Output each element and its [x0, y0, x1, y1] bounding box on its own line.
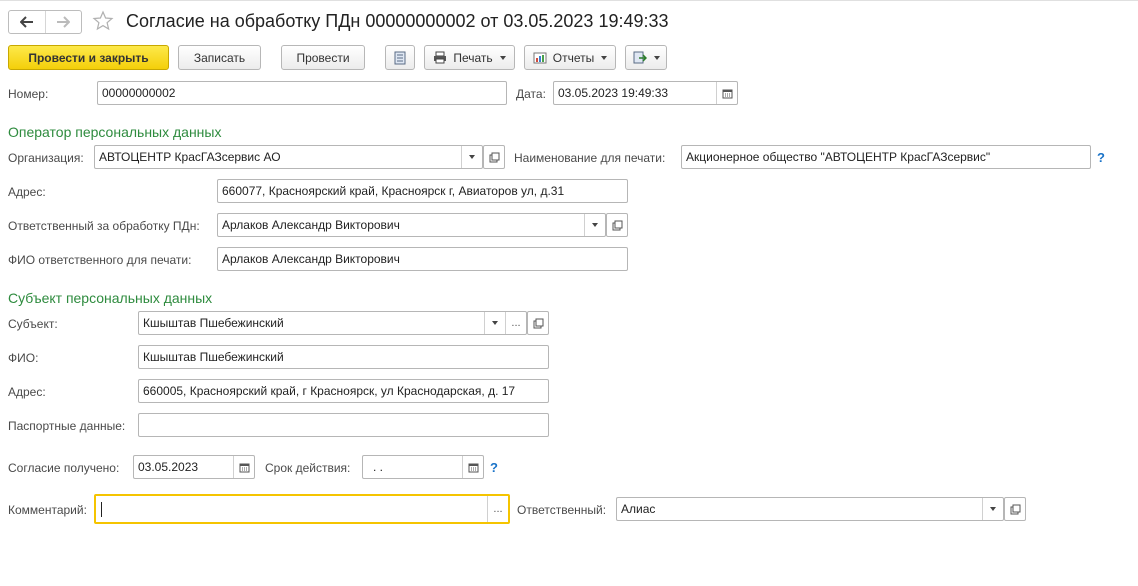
comment-label: Комментарий: — [8, 503, 87, 517]
organization-field[interactable]: АВТОЦЕНТР КрасГАЗсервис АО — [94, 145, 483, 169]
chevron-down-icon — [990, 507, 996, 511]
text-cursor — [101, 501, 102, 517]
chevron-down-icon — [499, 55, 506, 60]
responsible-field[interactable]: Алиас — [616, 497, 1004, 521]
post-and-close-button[interactable]: Провести и закрыть — [8, 45, 169, 70]
chevron-down-icon — [469, 155, 475, 159]
responsible-pd-label: Ответственный за обработку ПДн: — [8, 219, 200, 233]
chevron-down-icon — [492, 321, 498, 325]
dropdown-button[interactable] — [484, 312, 505, 334]
create-based-on-button[interactable] — [625, 45, 667, 70]
responsible-pd-value: Арлаков Александр Викторович — [222, 218, 400, 232]
open-icon — [489, 152, 499, 162]
select-button[interactable]: ... — [505, 312, 526, 334]
reports-button[interactable]: Отчеты — [524, 45, 616, 70]
reports-label: Отчеты — [552, 50, 595, 65]
document-list-button[interactable] — [385, 45, 415, 70]
bar-chart-icon — [533, 52, 547, 63]
term-label: Срок действия: — [265, 461, 351, 475]
date-field[interactable]: 03.05.2023 19:49:33 — [553, 81, 738, 105]
organization-label: Организация: — [8, 151, 84, 165]
subject-section-title: Субъект персональных данных — [8, 290, 213, 306]
open-icon — [612, 220, 622, 230]
responsible-value: Алиас — [621, 502, 656, 516]
back-button[interactable] — [9, 11, 45, 33]
chevron-down-icon — [592, 223, 598, 227]
responsible-pd-field[interactable]: Арлаков Александр Викторович — [217, 213, 606, 237]
consent-date-value: 03.05.2023 — [138, 460, 199, 474]
chevron-down-icon — [653, 55, 660, 60]
subject-field[interactable]: Кшыштав Пшебежинский ... — [138, 311, 527, 335]
print-label: Печать — [453, 50, 493, 65]
nav-group — [8, 10, 82, 34]
save-button[interactable]: Записать — [178, 45, 261, 70]
fio-field[interactable]: Кшыштав Пшебежинский — [138, 345, 549, 369]
number-field[interactable]: 00000000002 — [97, 81, 507, 105]
operator-section-title: Оператор персональных данных — [8, 124, 222, 140]
select-button[interactable]: ... — [487, 496, 508, 522]
date-label: Дата: — [516, 87, 546, 101]
number-value: 00000000002 — [102, 86, 176, 100]
subject-address-label: Адрес: — [8, 385, 46, 399]
document-icon — [394, 51, 406, 64]
term-date-field[interactable]: . . — [362, 455, 484, 479]
address-value: 660077, Красноярский край, Красноярск г,… — [222, 184, 565, 198]
comment-field[interactable]: ... — [94, 494, 510, 524]
forward-button[interactable] — [44, 11, 82, 33]
responsible-open-button[interactable] — [1004, 497, 1026, 521]
chevron-down-icon — [601, 55, 608, 60]
responsible-pd-open-button[interactable] — [606, 213, 628, 237]
responsible-print-field[interactable]: Арлаков Александр Викторович — [217, 247, 628, 271]
create-based-on-icon — [633, 51, 647, 64]
address-label: Адрес: — [8, 185, 46, 199]
address-field[interactable]: 660077, Красноярский край, Красноярск г,… — [217, 179, 628, 203]
help-icon[interactable]: ? — [1097, 150, 1105, 165]
open-icon — [533, 318, 543, 328]
subject-label: Субъект: — [8, 317, 58, 331]
fio-label: ФИО: — [8, 351, 39, 365]
printer-icon — [434, 51, 447, 64]
calendar-icon[interactable] — [233, 456, 254, 478]
term-date-value: . . — [373, 460, 384, 474]
responsible-print-value: Арлаков Александр Викторович — [222, 252, 400, 266]
subject-address-value: 660005, Красноярский край, г Красноярск,… — [143, 384, 516, 398]
favorite-star-icon[interactable] — [92, 10, 114, 35]
consent-label: Согласие получено: — [8, 461, 120, 475]
arrow-right-icon — [57, 16, 71, 28]
top-border — [0, 0, 1138, 1]
print-name-label: Наименование для печати: — [514, 151, 666, 165]
print-name-field[interactable]: Акционерное общество "АВТОЦЕНТР КрасГАЗс… — [681, 145, 1091, 169]
subject-address-field[interactable]: 660005, Красноярский край, г Красноярск,… — [138, 379, 549, 403]
responsible-label: Ответственный: — [517, 503, 607, 517]
passport-field[interactable] — [138, 413, 549, 437]
dropdown-button[interactable] — [584, 214, 605, 236]
date-value: 03.05.2023 19:49:33 — [558, 86, 669, 100]
calendar-icon[interactable] — [716, 82, 737, 104]
dropdown-button[interactable] — [982, 498, 1003, 520]
fio-value: Кшыштав Пшебежинский — [143, 350, 284, 364]
passport-label: Паспортные данные: — [8, 419, 126, 433]
subject-open-button[interactable] — [527, 311, 549, 335]
print-button[interactable]: Печать — [424, 45, 515, 70]
organization-open-button[interactable] — [483, 145, 505, 169]
arrow-left-icon — [19, 16, 33, 28]
print-name-value: Акционерное общество "АВТОЦЕНТР КрасГАЗс… — [686, 150, 991, 164]
help-icon[interactable]: ? — [490, 460, 498, 475]
number-label: Номер: — [8, 87, 49, 101]
consent-date-field[interactable]: 03.05.2023 — [133, 455, 255, 479]
dropdown-button[interactable] — [461, 146, 482, 168]
post-button[interactable]: Провести — [281, 45, 365, 70]
calendar-icon[interactable] — [462, 456, 483, 478]
subject-value: Кшыштав Пшебежинский — [143, 316, 284, 330]
open-icon — [1010, 504, 1020, 514]
organization-value: АВТОЦЕНТР КрасГАЗсервис АО — [99, 150, 281, 164]
responsible-print-label: ФИО ответственного для печати: — [8, 253, 192, 267]
page-title: Согласие на обработку ПДн 00000000002 от… — [126, 11, 669, 31]
